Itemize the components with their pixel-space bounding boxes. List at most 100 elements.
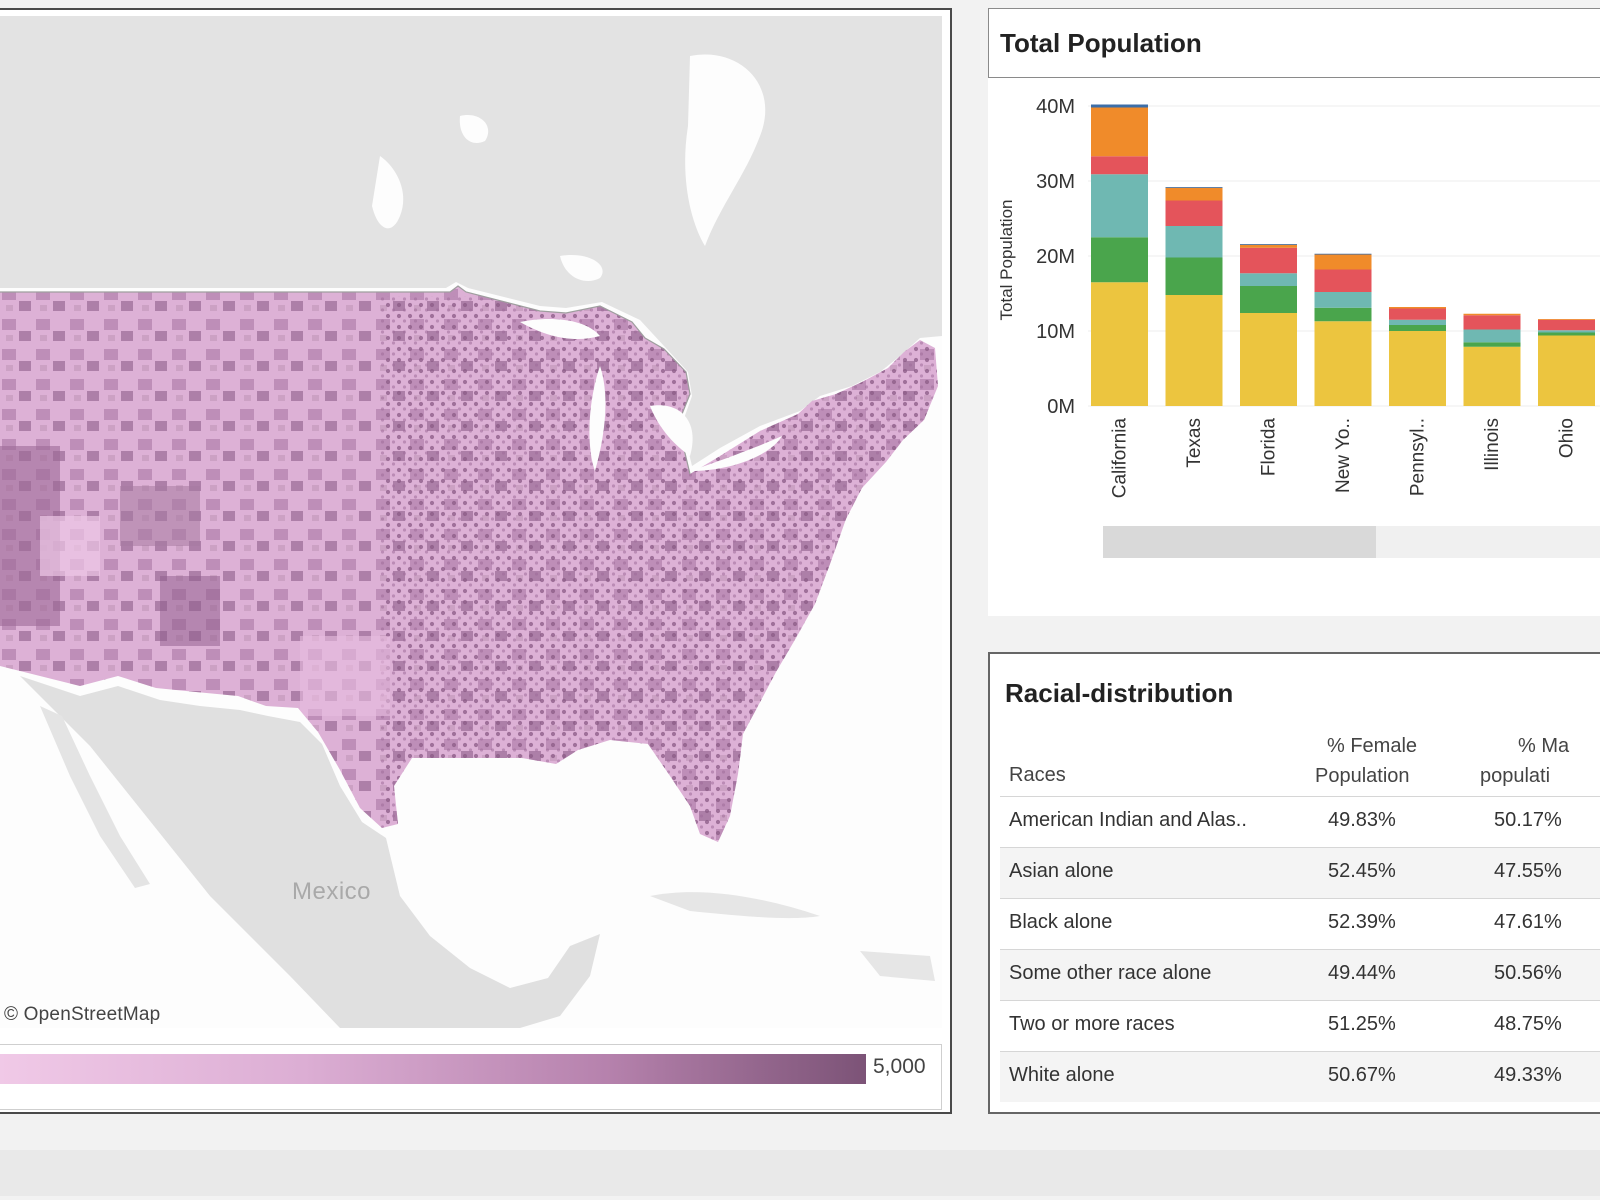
bar-california[interactable] (1091, 104, 1148, 407)
cell-female-pct: 51.25% (1328, 1013, 1396, 1035)
map-canvas[interactable] (0, 16, 942, 1028)
cell-female-pct: 52.39% (1328, 911, 1396, 933)
population-map-panel: Mexico © OpenStreetMap 5,000 (0, 8, 952, 1114)
cell-male-pct: 50.17% (1494, 809, 1562, 831)
racial-distribution-panel: Racial-distribution Races % Female Popul… (988, 652, 1600, 1114)
col-header-female[interactable]: % Female Population (1315, 731, 1465, 791)
bar-segment[interactable] (1389, 307, 1446, 309)
bar-segment[interactable] (1165, 295, 1223, 406)
cell-female-pct: 50.67% (1328, 1064, 1396, 1086)
table-body: American Indian and Alas.. 49.83% 50.17%… (1000, 796, 1600, 1102)
bar-new-yo-[interactable] (1314, 253, 1372, 406)
bar-segment[interactable] (1538, 332, 1595, 336)
y-tick-label: 10M (1036, 321, 1075, 343)
bar-segment[interactable] (1091, 156, 1148, 175)
map-attribution[interactable]: © OpenStreetMap (4, 1004, 160, 1026)
cell-male-pct: 48.75% (1494, 1013, 1562, 1035)
col-header-female-line2: Population (1315, 765, 1410, 787)
bar-segment[interactable] (1463, 346, 1521, 406)
col-header-female-line1: % Female (1327, 735, 1418, 757)
bar-segment[interactable] (1538, 330, 1595, 333)
table-row[interactable]: Some other race alone 49.44% 50.56% (1000, 949, 1600, 1000)
bar-segment[interactable] (1165, 187, 1223, 188)
cell-male-pct: 49.33% (1494, 1064, 1562, 1086)
color-legend: 5,000 (0, 1044, 942, 1110)
bar-segment[interactable] (1240, 244, 1297, 248)
chart-scrollbar[interactable] (1103, 526, 1600, 558)
chart-title-box: Total Population (988, 8, 1600, 78)
bar-segment[interactable] (1165, 257, 1223, 296)
footer-strip (0, 1150, 1600, 1196)
col-header-male[interactable]: % Ma populati (1480, 731, 1600, 791)
table-row[interactable]: American Indian and Alas.. 49.83% 50.17% (1000, 796, 1600, 847)
bar-segment[interactable] (1091, 104, 1148, 108)
x-tick-label: New Yo.. (1333, 418, 1354, 493)
table-row[interactable]: Asian alone 52.45% 47.55% (1000, 847, 1600, 898)
cell-female-pct: 49.83% (1328, 809, 1396, 831)
bar-segment[interactable] (1165, 200, 1223, 227)
bar-segment[interactable] (1314, 253, 1372, 255)
bar-segment[interactable] (1240, 244, 1297, 245)
bar-segment[interactable] (1463, 315, 1521, 330)
bar-segment[interactable] (1538, 319, 1595, 331)
bar-segment[interactable] (1165, 226, 1223, 258)
bar-segment[interactable] (1240, 313, 1297, 406)
bar-segment[interactable] (1165, 187, 1223, 201)
cell-female-pct: 49.44% (1328, 962, 1396, 984)
population-bar-chart[interactable]: Total Population 0M 10M 20M 30M 40M Californ… (988, 80, 1600, 524)
x-tick-label: Texas (1184, 418, 1205, 468)
bar-pennsyl-[interactable] (1389, 307, 1446, 406)
bar-segment[interactable] (1314, 254, 1372, 270)
bar-segment[interactable] (1538, 319, 1595, 320)
bar-segment[interactable] (1091, 282, 1148, 406)
bar-segment[interactable] (1091, 237, 1148, 283)
bar-illinois[interactable] (1463, 313, 1521, 406)
bar-segment[interactable] (1240, 286, 1297, 313)
table-row[interactable]: Two or more races 51.25% 48.75% (1000, 1000, 1600, 1051)
bar-segment[interactable] (1091, 174, 1148, 238)
y-axis-ticks: 0M 10M 20M 30M 40M (1036, 96, 1075, 418)
bar-segment[interactable] (1389, 325, 1446, 331)
legend-gradient-bar (0, 1054, 866, 1084)
bar-segment[interactable] (1463, 313, 1521, 316)
choropleth-map[interactable] (0, 16, 942, 1028)
y-tick-label: 20M (1036, 246, 1075, 268)
chart-scrollbar-thumb[interactable] (1103, 526, 1376, 558)
bar-segment[interactable] (1314, 307, 1372, 322)
dashboard: Mexico © OpenStreetMap 5,000 Total Popul… (0, 0, 1600, 1200)
total-population-panel: Total Population Total Population 0M 10M 2… (988, 8, 1600, 616)
table-row[interactable]: White alone 50.67% 49.33% (1000, 1051, 1600, 1102)
cell-race: Asian alone (1009, 860, 1114, 882)
bar-segment[interactable] (1389, 308, 1446, 320)
col-header-races[interactable]: Races (1009, 760, 1066, 790)
legend-max-label: 5,000 (873, 1055, 926, 1078)
bar-segment[interactable] (1314, 269, 1372, 293)
cell-race: Two or more races (1009, 1013, 1175, 1035)
bar-segment[interactable] (1538, 335, 1595, 407)
bar-segment[interactable] (1314, 292, 1372, 308)
cell-female-pct: 52.45% (1328, 860, 1396, 882)
x-axis-ticks: California Texas Florida New Yo.. Pennsyl.. I… (1110, 418, 1578, 499)
bar-segment[interactable] (1240, 273, 1297, 286)
bar-series[interactable] (1091, 104, 1595, 407)
table-row[interactable]: Black alone 52.39% 47.61% (1000, 898, 1600, 949)
table-title: Racial-distribution (1005, 678, 1234, 708)
y-tick-label: 0M (1047, 396, 1075, 418)
bar-segment[interactable] (1389, 331, 1446, 406)
map-label-mexico: Mexico (292, 878, 372, 905)
cell-male-pct: 50.56% (1494, 962, 1562, 984)
bar-segment[interactable] (1463, 329, 1521, 343)
x-tick-label: Pennsyl.. (1408, 418, 1429, 496)
bar-texas[interactable] (1165, 187, 1223, 406)
bar-segment[interactable] (1240, 247, 1297, 274)
cell-race: White alone (1009, 1064, 1115, 1086)
bar-florida[interactable] (1240, 244, 1297, 406)
y-tick-label: 40M (1036, 96, 1075, 118)
bar-segment[interactable] (1389, 319, 1446, 325)
bar-segment[interactable] (1091, 107, 1148, 157)
bar-segment[interactable] (1314, 321, 1372, 406)
bar-segment[interactable] (1463, 342, 1521, 347)
x-tick-label: Florida (1259, 418, 1280, 477)
attribution-text: © OpenStreetMap (4, 1004, 161, 1025)
bar-ohio[interactable] (1538, 319, 1595, 406)
